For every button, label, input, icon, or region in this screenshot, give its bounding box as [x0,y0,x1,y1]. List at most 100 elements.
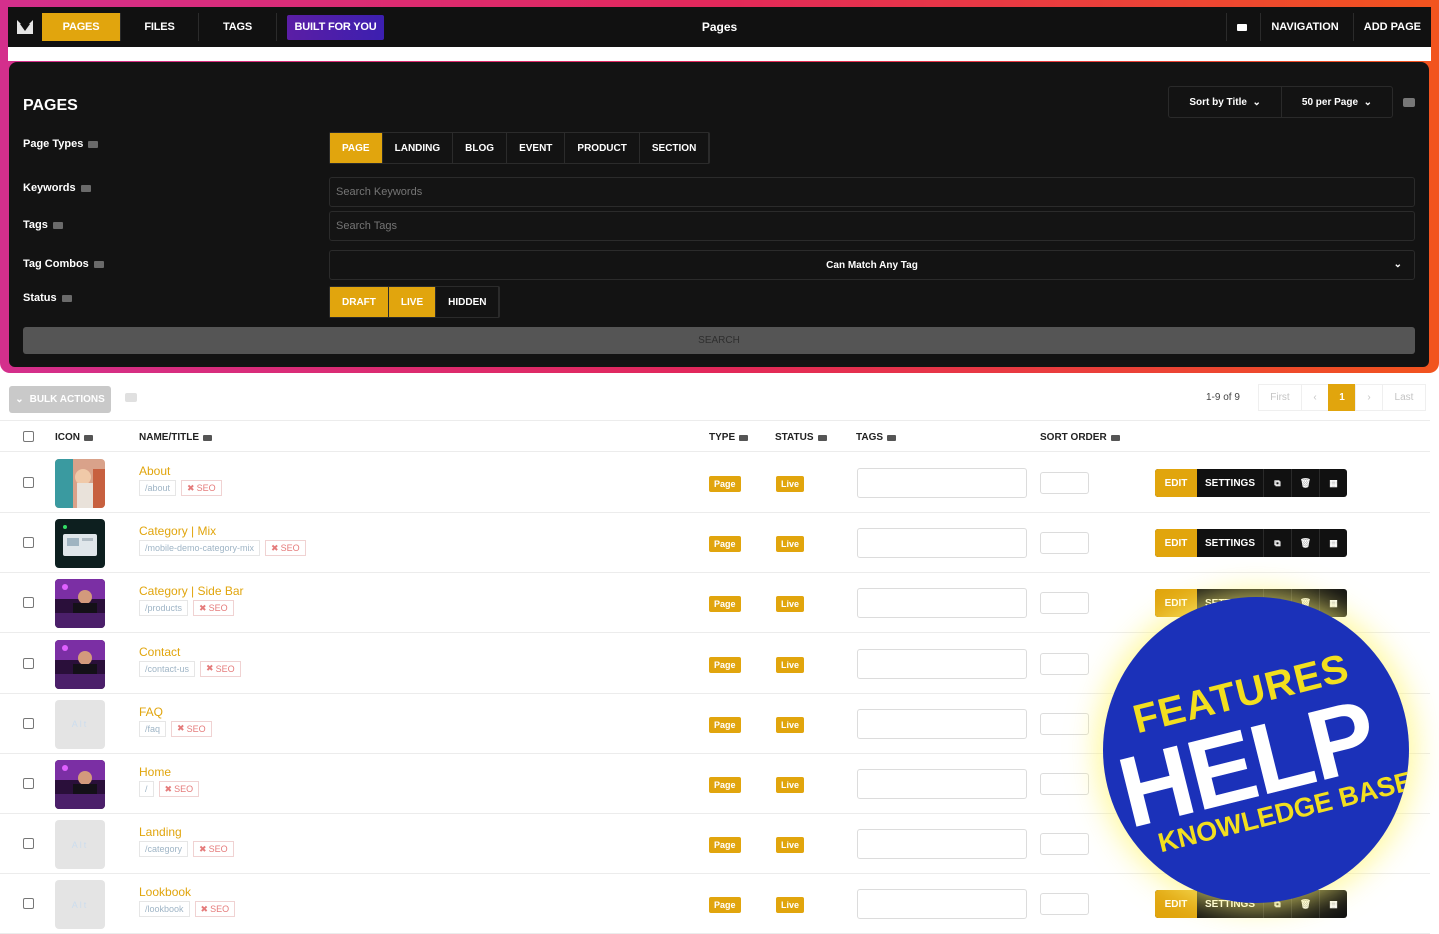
search-button[interactable]: SEARCH [23,327,1415,354]
page-type-product[interactable]: PRODUCT [565,133,640,163]
info-video-icon[interactable] [52,221,63,229]
sort-order-input[interactable] [1040,833,1089,856]
video-help-button[interactable] [1226,13,1256,41]
row-checkbox[interactable] [23,537,34,549]
col-tags[interactable]: TAGS [856,432,897,443]
trash-icon[interactable]: 🗑 [1291,469,1319,497]
row-checkbox[interactable] [23,717,34,729]
tab-tags[interactable]: TAGS [199,13,277,41]
page-thumbnail[interactable] [55,579,105,629]
page-type-page[interactable]: PAGE [330,133,383,163]
page-name-link[interactable]: About [139,464,170,478]
page-name-link[interactable]: Landing [139,825,182,839]
tags-input[interactable] [857,769,1027,799]
page-slug[interactable]: /about [139,480,177,496]
duplicate-icon[interactable]: ⧉ [1263,469,1291,497]
page-name-link[interactable]: FAQ [139,705,163,719]
sort-by-select[interactable]: Sort by Title ⌄ [1169,87,1281,117]
col-type[interactable]: TYPE [709,432,749,443]
tags-input[interactable] [857,889,1027,920]
preview-icon[interactable]: ▦ [1319,469,1347,497]
trash-icon[interactable]: 🗑 [1291,529,1319,558]
page-name-link[interactable]: Category | Side Bar [139,584,244,598]
sort-order-input[interactable] [1040,893,1089,916]
video-icon[interactable] [125,393,137,402]
page-slug[interactable]: /products [139,600,189,617]
pager-last[interactable]: Last [1382,384,1426,411]
tag-combos-select[interactable]: Can Match Any Tag ⌄ [329,250,1415,280]
page-slug[interactable]: /faq [139,720,167,737]
seo-badge[interactable]: ✖ SEO [265,540,306,557]
row-checkbox[interactable] [23,657,34,669]
page-type-event[interactable]: EVENT [507,133,566,163]
built-for-you-button[interactable]: BUILT FOR YOU [287,14,384,40]
sort-order-input[interactable] [1040,592,1089,615]
sort-order-input[interactable] [1040,532,1089,555]
page-slug[interactable]: /category [139,841,189,858]
per-page-select[interactable]: 50 per Page ⌄ [1280,87,1392,117]
page-slug[interactable]: /lookbook [139,901,190,918]
tags-input[interactable] [857,588,1027,619]
col-icon[interactable]: ICON [55,432,93,443]
page-thumbnail[interactable]: Alt [55,820,105,870]
tags-input[interactable] [857,829,1027,860]
page-type-section[interactable]: SECTION [640,133,710,163]
navigation-button[interactable]: NAVIGATION [1260,13,1348,41]
preview-icon[interactable]: ▦ [1319,529,1347,558]
page-name-link[interactable]: Home [139,765,171,779]
page-thumbnail[interactable]: Alt [55,880,105,930]
seo-badge[interactable]: ✖ SEO [158,781,200,797]
seo-badge[interactable]: ✖ SEO [200,660,241,677]
page-type-landing[interactable]: LANDING [383,133,454,163]
page-thumbnail[interactable] [55,519,105,569]
tags-input[interactable] [857,468,1027,498]
page-type-blog[interactable]: BLOG [453,133,508,163]
row-checkbox[interactable] [23,838,34,850]
tab-pages[interactable]: PAGES [42,13,121,41]
sort-order-input[interactable] [1040,472,1089,494]
col-status[interactable]: STATUS [775,432,827,443]
page-thumbnail[interactable] [55,639,105,689]
pager-prev[interactable]: ‹ [1301,384,1329,411]
edit-button[interactable]: EDIT [1155,529,1197,558]
status-hidden[interactable]: HIDDEN [436,287,500,317]
row-checkbox[interactable] [23,778,34,789]
col-name[interactable]: NAME/TITLE [139,432,212,443]
tab-files[interactable]: FILES [121,13,199,41]
tags-input[interactable] [857,648,1027,679]
duplicate-icon[interactable]: ⧉ [1263,529,1291,558]
sort-order-input[interactable] [1040,773,1089,795]
page-name-link[interactable]: Category | Mix [139,524,216,538]
bulk-actions-button[interactable]: ⌄ BULK ACTIONS [9,386,111,413]
page-thumbnail[interactable] [55,760,105,809]
info-video-icon[interactable] [61,294,72,302]
pager-current[interactable]: 1 [1328,384,1356,411]
info-video-icon[interactable] [93,260,104,268]
tags-input[interactable] [857,708,1027,739]
info-video-icon[interactable] [80,184,91,192]
edit-button[interactable]: EDIT [1155,890,1197,919]
keywords-input[interactable] [329,177,1415,207]
pager-first[interactable]: First [1258,384,1302,411]
row-checkbox[interactable] [23,898,34,910]
tags-input[interactable] [329,211,1415,241]
status-draft[interactable]: DRAFT [330,287,389,317]
seo-badge[interactable]: ✖ SEO [193,841,234,858]
seo-badge[interactable]: ✖ SEO [194,901,236,918]
page-name-link[interactable]: Lookbook [139,885,191,899]
add-page-button[interactable]: ADD PAGE [1352,13,1431,41]
settings-button[interactable]: SETTINGS [1197,529,1263,557]
select-all-checkbox[interactable] [23,431,34,442]
page-thumbnail[interactable]: Alt [55,699,105,749]
page-slug[interactable]: /contact-us [139,660,196,677]
info-video-icon[interactable] [88,140,99,148]
col-sort-order[interactable]: SORT ORDER [1040,432,1120,443]
edit-button[interactable]: EDIT [1155,469,1197,497]
seo-badge[interactable]: ✖ SEO [181,480,222,496]
app-logo-icon[interactable] [8,7,42,47]
seo-badge[interactable]: ✖ SEO [171,720,212,737]
page-thumbnail[interactable] [55,459,105,508]
preview-icon[interactable]: ▦ [1319,890,1347,919]
page-name-link[interactable]: Contact [139,645,180,659]
sort-order-input[interactable] [1040,652,1089,675]
